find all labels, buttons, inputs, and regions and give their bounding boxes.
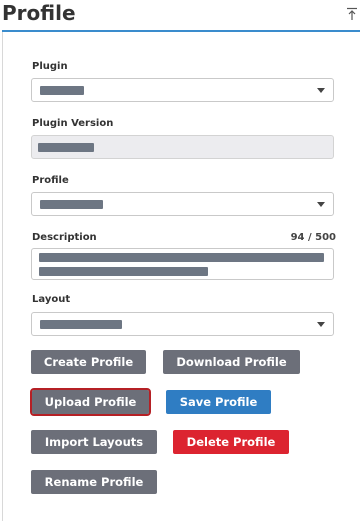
description-textarea[interactable] [31,248,334,280]
rename-profile-button[interactable]: Rename Profile [31,470,157,494]
save-profile-button[interactable]: Save Profile [166,390,271,414]
panel-title: Profile [2,1,76,25]
create-profile-button[interactable]: Create Profile [31,350,146,374]
plugin-value-redacted [40,86,84,95]
description-label: Description [32,232,97,243]
upload-profile-button[interactable]: Upload Profile [30,388,151,416]
chevron-down-icon [317,202,325,207]
profile-select[interactable] [31,192,334,216]
description-line-1-redacted [39,253,324,262]
plugin-version-field [31,135,334,159]
description-char-counter: 94 / 500 [290,232,336,243]
layout-value-redacted [40,320,122,329]
description-line-2-redacted [39,267,208,276]
plugin-version-label: Plugin Version [32,118,114,129]
download-profile-button[interactable]: Download Profile [163,350,300,374]
profile-label: Profile [32,175,69,186]
panel-left-border [2,32,3,521]
layout-label: Layout [32,294,71,305]
header-divider [2,30,360,32]
plugin-label: Plugin [32,61,68,72]
import-layouts-button[interactable]: Import Layouts [31,430,157,454]
chevron-down-icon [317,322,325,327]
delete-profile-button[interactable]: Delete Profile [173,430,289,454]
plugin-select[interactable] [31,78,334,102]
layout-select[interactable] [31,312,334,336]
profile-value-redacted [40,200,103,209]
profile-panel: Profile Plugin Plugin Version Profile De… [0,0,360,521]
panel-header: Profile [0,0,360,30]
plugin-version-value-redacted [38,143,94,152]
pin-collapse-icon[interactable] [346,7,358,21]
chevron-down-icon [317,88,325,93]
